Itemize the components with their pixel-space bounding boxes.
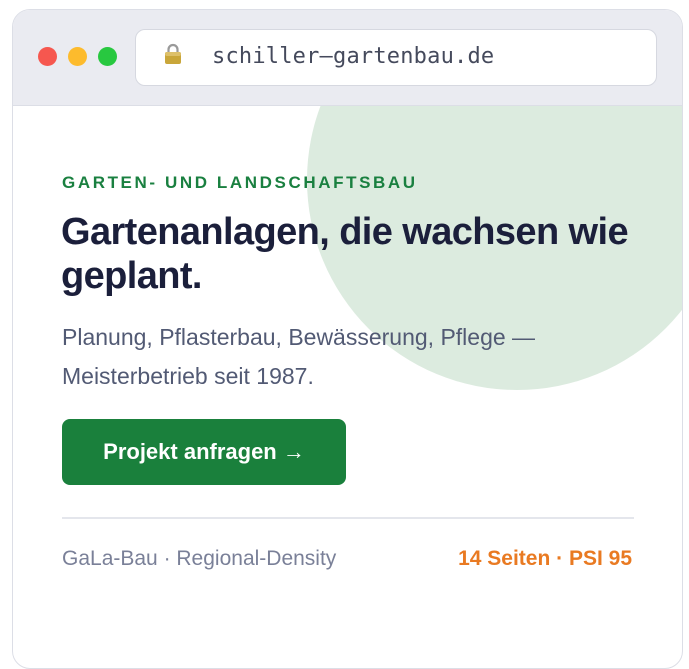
request-project-button[interactable]: Projekt anfragen →	[62, 419, 346, 485]
browser-window: schiller–gartenbau.de GARTEN- UND LANDSC…	[12, 9, 683, 669]
hero-subline: Planung, Pflasterbau, Bewässerung, Pfleg…	[62, 324, 536, 389]
minimize-window-button[interactable]	[68, 47, 87, 66]
footer-stats: 14 Seiten · PSI 95	[458, 547, 632, 570]
page-content: GARTEN- UND LANDSCHAFTSBAU Gartenanlagen…	[13, 106, 682, 668]
footer-category: GaLa-Bau · Regional-Density	[62, 547, 337, 570]
maximize-window-button[interactable]	[98, 47, 117, 66]
hero-eyebrow: GARTEN- UND LANDSCHAFTSBAU	[62, 173, 418, 192]
browser-titlebar: schiller–gartenbau.de	[13, 10, 682, 106]
url-text: schiller–gartenbau.de	[212, 44, 495, 69]
close-window-button[interactable]	[38, 47, 57, 66]
address-bar[interactable]: schiller–gartenbau.de	[135, 29, 657, 86]
divider	[62, 517, 634, 519]
hero-headline: Gartenanlagen, die wachsen wie geplant.	[61, 211, 629, 297]
lock-icon	[164, 43, 182, 65]
